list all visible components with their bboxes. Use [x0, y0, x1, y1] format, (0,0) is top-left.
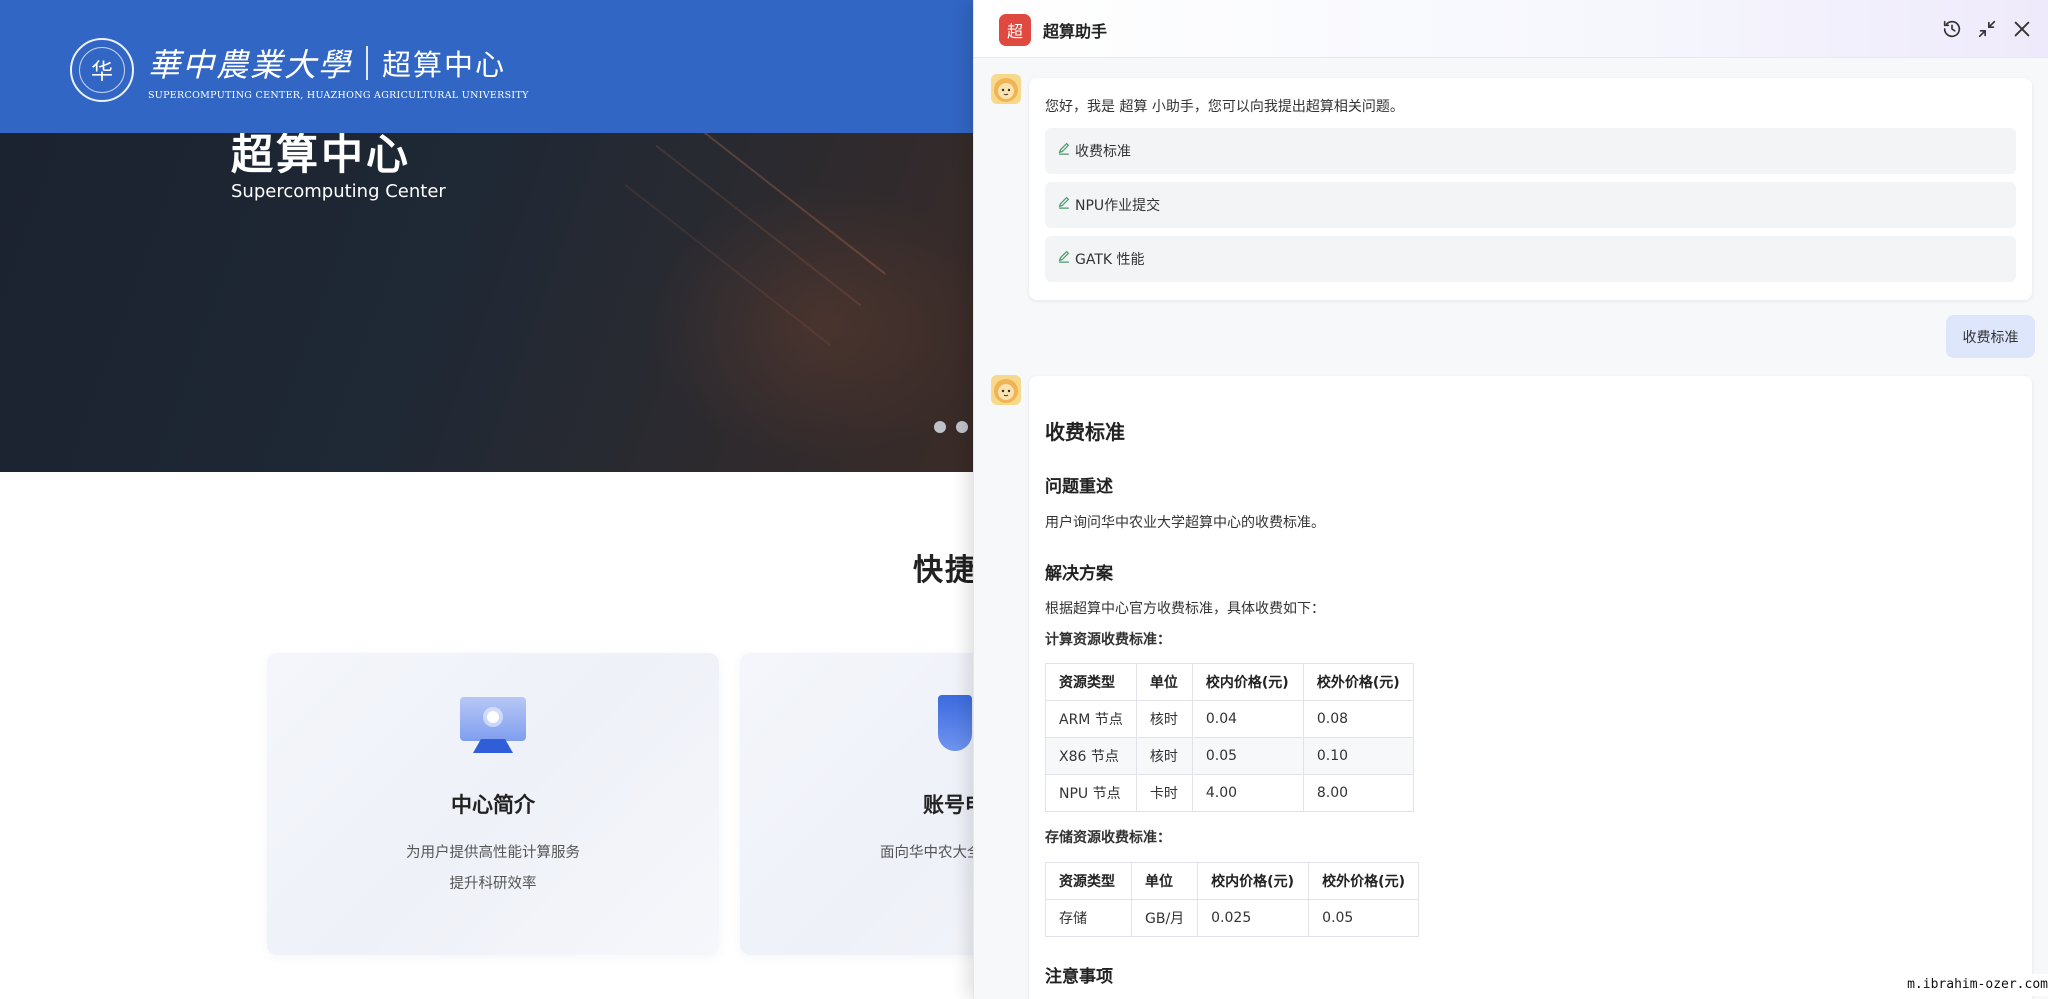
watermark-url: m.ibrahim-ozer.com — [1901, 974, 2048, 996]
university-emblem-icon — [70, 38, 134, 102]
chat-header: 超 超算助手 — [974, 0, 2048, 58]
card-description: 为用户提供高性能计算服务 提升科研效率 — [406, 845, 580, 892]
storage-fee-table: 资源类型 单位 校内价格(元) 校外价格(元) 存储 GB/月 0.025 0.… — [1045, 862, 1419, 937]
assistant-answer-message: 收费标准 问题重述 用户询问华中农业大学超算中心的收费标准。 解决方案 根据超算… — [1029, 376, 2032, 999]
monitor-icon — [460, 697, 526, 753]
assistant-avatar — [991, 375, 1021, 405]
table-cell: 0.08 — [1302, 700, 1414, 738]
hero-banner: 超算中心 Supercomputing Center — [0, 133, 973, 472]
table-row: ARM 节点 核时 0.04 0.08 — [1045, 700, 1414, 738]
table-cell: 卡时 — [1135, 774, 1193, 812]
section-text: 用户询问华中农业大学超算中心的收费标准。 — [1045, 515, 1325, 531]
section-heading: 解决方案 — [1045, 564, 1113, 584]
carousel-dot[interactable] — [956, 421, 968, 433]
table-cell: 核时 — [1135, 700, 1193, 738]
suggestion-label: 收费标准 — [1075, 144, 1131, 160]
column-header: 单位 — [1135, 663, 1193, 701]
logo-english-name: SUPERCOMPUTING CENTER, HUAZHONG AGRICULT… — [148, 89, 529, 101]
lion-mascot-icon — [994, 379, 1018, 403]
section-heading: 问题重述 — [1045, 477, 1113, 497]
assistant-avatar — [991, 74, 1021, 104]
pencil-icon — [1058, 250, 1070, 263]
suggestion-label: GATK 性能 — [1075, 252, 1145, 268]
compute-fee-table: 资源类型 单位 校内价格(元) 校外价格(元) ARM 节点 核时 0.04 0… — [1045, 663, 1414, 812]
card-title: 中心简介 — [451, 793, 535, 817]
table-cell: X86 节点 — [1045, 737, 1137, 775]
section-text: 根据超算中心官方收费标准，具体收费如下： — [1045, 601, 1325, 617]
quick-links-title: 快捷 — [913, 553, 977, 588]
pencil-icon — [1058, 142, 1070, 155]
history-button[interactable] — [1940, 17, 1964, 41]
table-cell: GB/月 — [1130, 899, 1199, 937]
column-header: 校内价格(元) — [1191, 663, 1304, 701]
close-button[interactable] — [2010, 17, 2034, 41]
table-header-row: 资源类型 单位 校内价格(元) 校外价格(元) — [1045, 862, 1419, 900]
table-row: X86 节点 核时 0.05 0.10 — [1045, 737, 1414, 775]
user-message: 收费标准 — [1946, 315, 2035, 358]
logo-divider — [366, 45, 369, 80]
table-cell: 8.00 — [1302, 774, 1414, 812]
table-cell: 0.10 — [1302, 737, 1414, 775]
table-cell: 0.04 — [1191, 700, 1304, 738]
collapse-arrows-icon — [1978, 20, 1996, 38]
carousel-dot[interactable] — [934, 421, 946, 433]
hero-title: 超算中心 — [231, 133, 412, 179]
center-intro-card[interactable]: 中心简介 为用户提供高性能计算服务 提升科研效率 — [267, 653, 719, 955]
lion-mascot-icon — [994, 78, 1018, 102]
section-heading: 注意事项 — [1045, 967, 1113, 987]
hero-subtitle: Supercomputing Center — [231, 181, 446, 202]
suggestion-fee-standard[interactable]: 收费标准 — [1045, 128, 2016, 174]
logo-university-name: 華中農業大學 — [148, 45, 353, 84]
table-cell: 存储 — [1045, 899, 1132, 937]
table-row: NPU 节点 卡时 4.00 8.00 — [1045, 774, 1414, 812]
carousel-indicators — [934, 421, 968, 433]
table-cell: NPU 节点 — [1045, 774, 1137, 812]
table-cell: ARM 节点 — [1045, 700, 1137, 738]
suggestion-npu-job[interactable]: NPU作业提交 — [1045, 182, 2016, 228]
logo-center-name: 超算中心 — [382, 47, 507, 82]
suggestion-gatk-performance[interactable]: GATK 性能 — [1045, 236, 2016, 282]
compute-fee-label: 计算资源收费标准： — [1045, 632, 1171, 648]
storage-fee-label: 存储资源收费标准： — [1045, 830, 1171, 846]
column-header: 校外价格(元) — [1308, 862, 1419, 900]
answer-title: 收费标准 — [1045, 420, 1125, 444]
table-cell: 0.05 — [1191, 737, 1304, 775]
column-header: 校外价格(元) — [1302, 663, 1414, 701]
pencil-icon — [1058, 196, 1070, 209]
assistant-greeting-message: 您好，我是 超算 小助手，您可以向我提出超算相关问题。 收费标准 NPU作业提交… — [1029, 78, 2032, 300]
column-header: 单位 — [1130, 862, 1199, 900]
column-header: 资源类型 — [1045, 862, 1132, 900]
column-header: 校内价格(元) — [1197, 862, 1310, 900]
table-row: 存储 GB/月 0.025 0.05 — [1045, 899, 1419, 937]
chat-title: 超算助手 — [1043, 22, 1108, 41]
history-icon — [1943, 20, 1961, 38]
assistant-logo-icon: 超 — [999, 14, 1031, 46]
table-cell: 核时 — [1135, 737, 1193, 775]
table-header-row: 资源类型 单位 校内价格(元) 校外价格(元) — [1045, 663, 1414, 701]
table-cell: 4.00 — [1191, 774, 1304, 812]
close-icon — [2014, 21, 2030, 37]
suggestion-label: NPU作业提交 — [1075, 198, 1161, 214]
table-cell: 0.05 — [1308, 899, 1419, 937]
university-logo[interactable]: 華中農業大學 超算中心 SUPERCOMPUTING CENTER, HUAZH… — [70, 38, 529, 102]
minimize-button[interactable] — [1975, 17, 1999, 41]
table-cell: 0.025 — [1197, 899, 1310, 937]
chat-assistant-panel: 超 超算助手 您好，我是 超算 小助手，您可以向我提出超算相关问题。 收费标准 … — [973, 0, 2048, 999]
greeting-text: 您好，我是 超算 小助手，您可以向我提出超算相关问题。 — [1045, 99, 1404, 115]
column-header: 资源类型 — [1045, 663, 1137, 701]
